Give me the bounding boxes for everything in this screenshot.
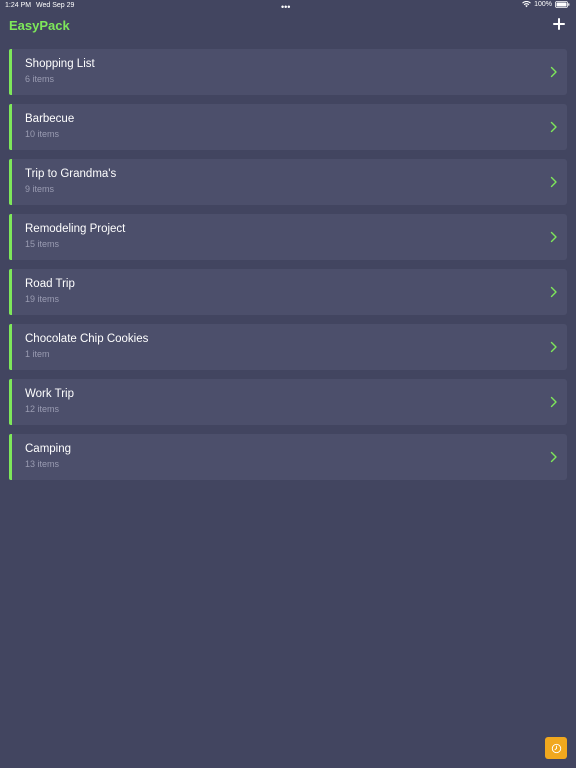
- list-item-count: 6 items: [25, 74, 55, 84]
- accent-bar: [9, 49, 12, 95]
- list-item-chocolate-chip-cookies[interactable]: Chocolate Chip Cookies 1 item: [9, 324, 567, 370]
- list-item-title: Barbecue: [25, 113, 75, 125]
- battery-icon: [555, 1, 570, 8]
- list-item-road-trip[interactable]: Road Trip 19 items: [9, 269, 567, 315]
- list-item-work-trip[interactable]: Work Trip 12 items: [9, 379, 567, 425]
- accent-bar: [9, 324, 12, 370]
- battery-percent: 100%: [534, 1, 552, 8]
- list-item-count: 9 items: [25, 184, 55, 194]
- chevron-right-icon: [550, 176, 557, 188]
- history-button[interactable]: [545, 737, 567, 759]
- list-item-title: Road Trip: [25, 278, 75, 290]
- chevron-right-icon: [550, 451, 557, 463]
- list-item-remodeling-project[interactable]: Remodeling Project 15 items: [9, 214, 567, 260]
- accent-bar: [9, 159, 12, 205]
- multitasking-dots-icon[interactable]: •••: [281, 3, 290, 12]
- accent-bar: [9, 104, 12, 150]
- list-item-count: 1 item: [25, 349, 50, 359]
- status-bar: 1:24 PM Wed Sep 29 ••• 100%: [0, 0, 576, 13]
- list-item-title: Camping: [25, 443, 72, 455]
- accent-bar: [9, 269, 12, 315]
- list-item-count: 13 items: [25, 459, 60, 469]
- list-item-count: 19 items: [25, 294, 60, 304]
- wifi-icon: [522, 1, 531, 8]
- list-item-title: Chocolate Chip Cookies: [25, 333, 149, 345]
- list-item-title: Shopping List: [25, 58, 95, 70]
- list-item-title: Work Trip: [25, 388, 74, 400]
- list-item-count: 15 items: [25, 239, 60, 249]
- list-item-count: 10 items: [25, 129, 60, 139]
- chevron-right-icon: [550, 231, 557, 243]
- app-title: EasyPack: [9, 18, 70, 33]
- navigation-bar: EasyPack: [0, 14, 576, 38]
- chevron-right-icon: [550, 286, 557, 298]
- list-item-title: Trip to Grandma's: [25, 168, 117, 180]
- accent-bar: [9, 379, 12, 425]
- accent-bar: [9, 214, 12, 260]
- list-item-title: Remodeling Project: [25, 223, 126, 235]
- status-date: Wed Sep 29: [36, 2, 75, 9]
- accent-bar: [9, 434, 12, 480]
- clock-icon: [551, 743, 561, 753]
- list-item-barbecue[interactable]: Barbecue 10 items: [9, 104, 567, 150]
- list-item-camping[interactable]: Camping 13 items: [9, 434, 567, 480]
- status-indicators: 100%: [522, 1, 570, 8]
- chevron-right-icon: [550, 66, 557, 78]
- chevron-right-icon: [550, 121, 557, 133]
- chevron-right-icon: [550, 396, 557, 408]
- status-time: 1:24 PM: [5, 2, 32, 9]
- list-item-trip-to-grandmas[interactable]: Trip to Grandma's 9 items: [9, 159, 567, 205]
- list-item-shopping-list[interactable]: Shopping List 6 items: [9, 49, 567, 95]
- chevron-right-icon: [550, 341, 557, 353]
- list-item-count: 12 items: [25, 404, 60, 414]
- add-list-button[interactable]: [552, 17, 566, 31]
- packing-lists: Shopping List 6 items Barbecue 10 items …: [9, 49, 567, 489]
